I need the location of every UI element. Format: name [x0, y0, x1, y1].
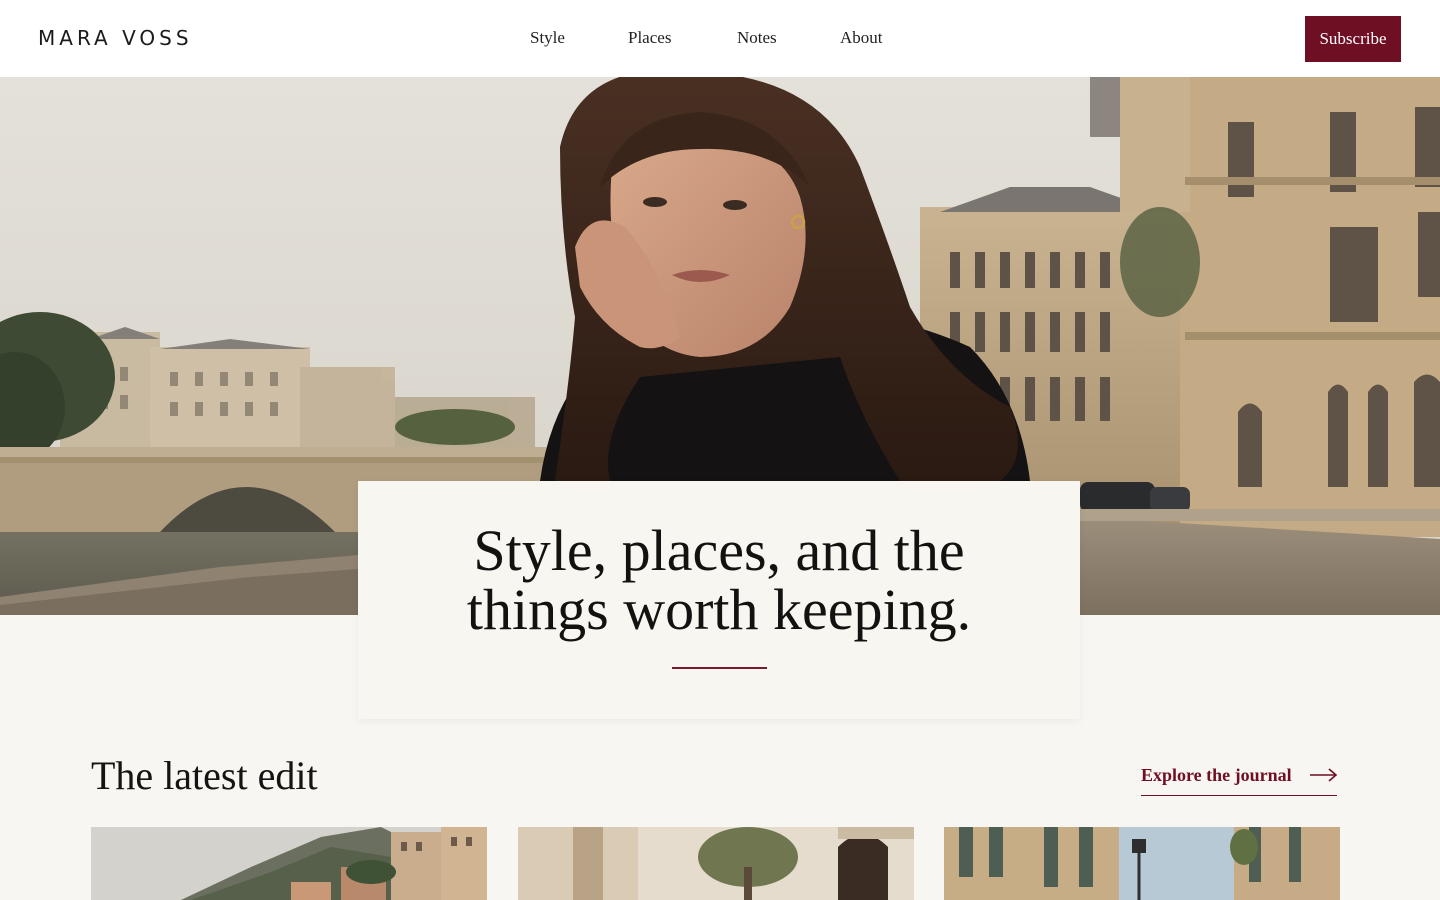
hero-divider — [672, 667, 767, 669]
explore-journal-label: Explore the journal — [1141, 765, 1292, 785]
arrow-right-icon — [1310, 768, 1338, 782]
hero-title-line-1: Style, places, and the — [473, 518, 965, 583]
main-nav: Style Places Notes About — [0, 28, 1440, 52]
nav-item-places[interactable]: Places — [628, 28, 671, 48]
article-card-image-3[interactable] — [944, 827, 1340, 900]
street-thumbnail — [944, 827, 1340, 900]
article-card-image-1[interactable] — [91, 827, 487, 900]
hero-title: Style, places, and the things worth keep… — [358, 521, 1080, 639]
nav-item-notes[interactable]: Notes — [737, 28, 777, 48]
latest-edit-title: The latest edit — [91, 753, 318, 798]
explore-journal-link[interactable]: Explore the journal — [1141, 763, 1338, 796]
courtyard-thumbnail — [518, 827, 914, 900]
nav-item-about[interactable]: About — [840, 28, 883, 48]
article-card-image-2[interactable] — [518, 827, 914, 900]
site-header: MARA VOSS Style Places Notes About Subsc… — [0, 0, 1440, 77]
hero-card: Style, places, and the things worth keep… — [358, 481, 1080, 719]
hero-title-line-2: things worth keeping. — [466, 577, 972, 642]
subscribe-button[interactable]: Subscribe — [1305, 16, 1401, 62]
nav-item-style[interactable]: Style — [530, 28, 565, 48]
coastal-town-thumbnail — [91, 827, 487, 900]
